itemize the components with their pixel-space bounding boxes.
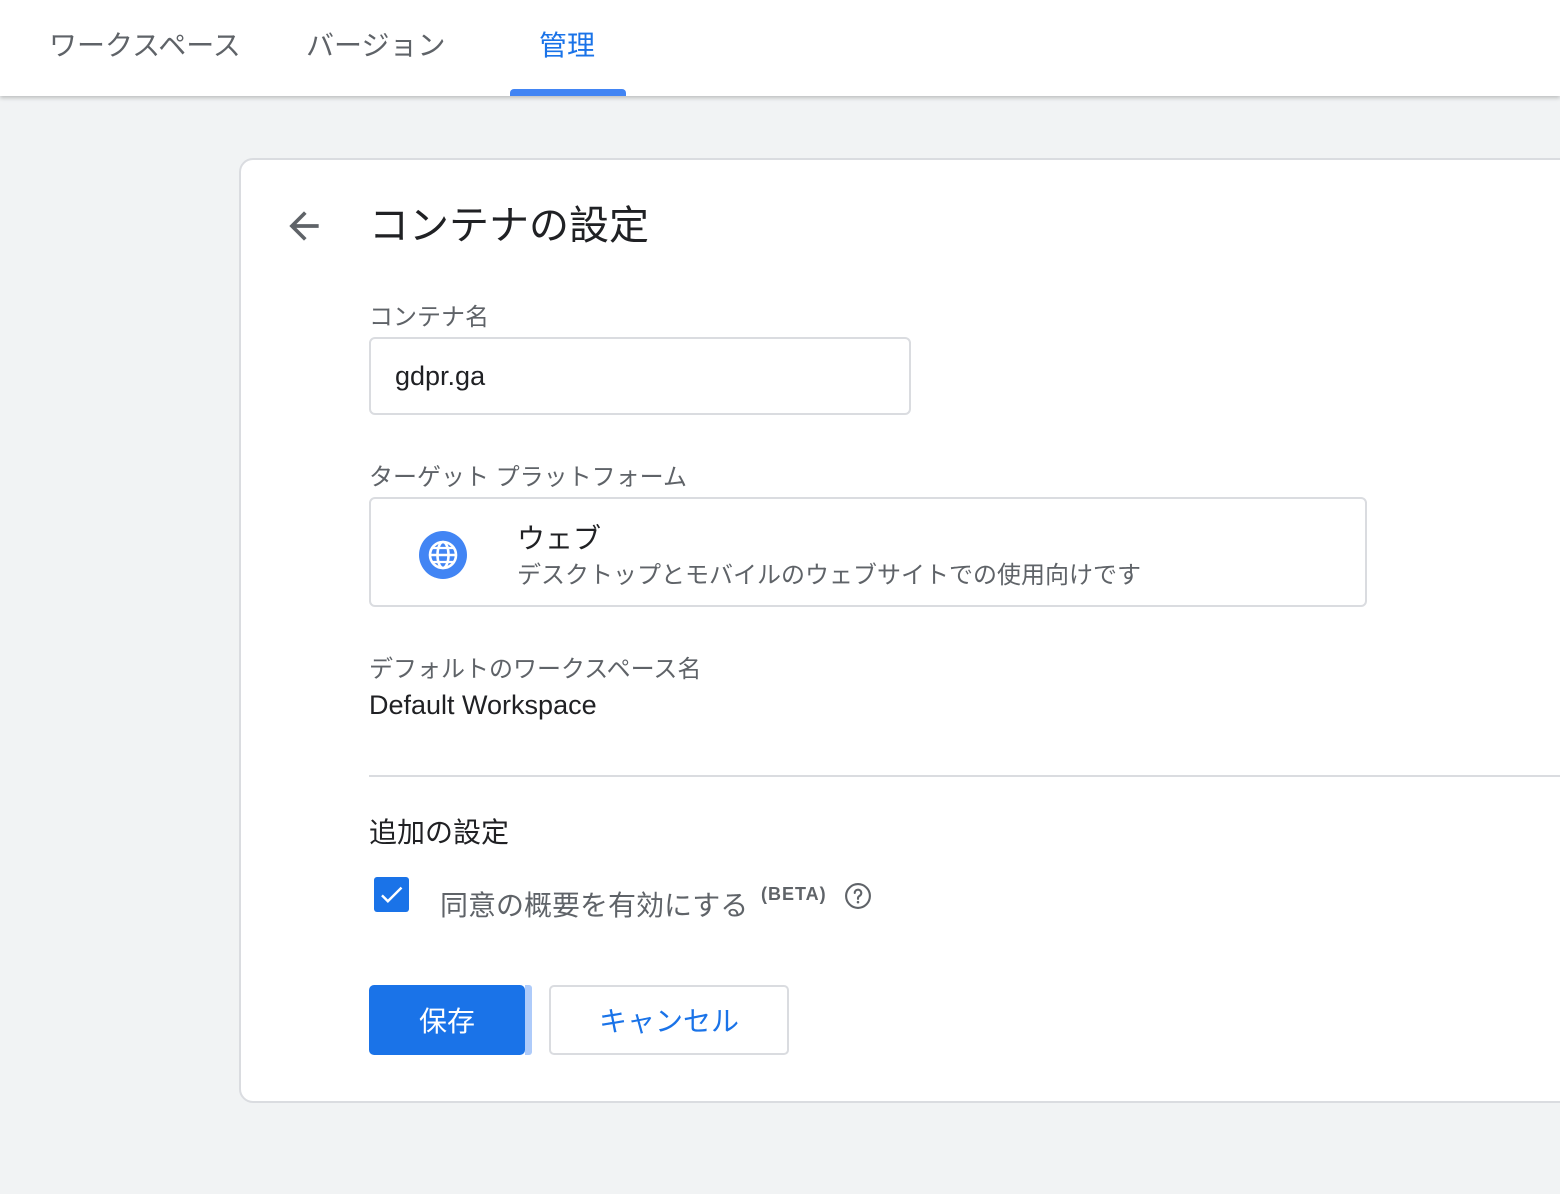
help-circle-icon[interactable] [844, 882, 872, 910]
save-button[interactable]: 保存 [369, 985, 525, 1055]
platform-description: デスクトップとモバイルのウェブサイトでの使用向けです [517, 562, 1141, 589]
consent-overview-checkbox[interactable] [374, 877, 409, 912]
page-title: コンテナの設定 [369, 204, 649, 248]
beta-badge: (BETA) [761, 884, 827, 904]
platform-title: ウェブ [517, 523, 602, 554]
default-workspace-value: Default Workspace [369, 690, 597, 720]
arrow-back-icon[interactable] [282, 204, 326, 248]
globe-icon [419, 531, 467, 579]
tab-admin[interactable]: 管理 [539, 0, 595, 96]
container-name-label: コンテナ名 [369, 304, 489, 331]
default-workspace-label: デフォルトのワークスペース名 [369, 656, 702, 683]
consent-overview-label: 同意の概要を有効にする [440, 890, 749, 921]
tab-versions[interactable]: バージョン [306, 0, 445, 96]
checkmark-icon [381, 886, 403, 903]
target-platform-option[interactable]: ウェブ デスクトップとモバイルのウェブサイトでの使用向けです [369, 497, 1367, 607]
container-name-input[interactable] [369, 337, 911, 415]
active-tab-indicator [510, 89, 626, 96]
section-divider [369, 775, 1560, 777]
cancel-button[interactable]: キャンセル [549, 985, 789, 1055]
target-platform-label: ターゲット プラットフォーム [369, 464, 687, 491]
additional-settings-title: 追加の設定 [369, 817, 510, 848]
tab-workspace[interactable]: ワークスペース [49, 0, 241, 96]
save-button-focus-edge [525, 985, 532, 1055]
top-navigation: ワークスペース バージョン 管理 [0, 0, 1560, 96]
